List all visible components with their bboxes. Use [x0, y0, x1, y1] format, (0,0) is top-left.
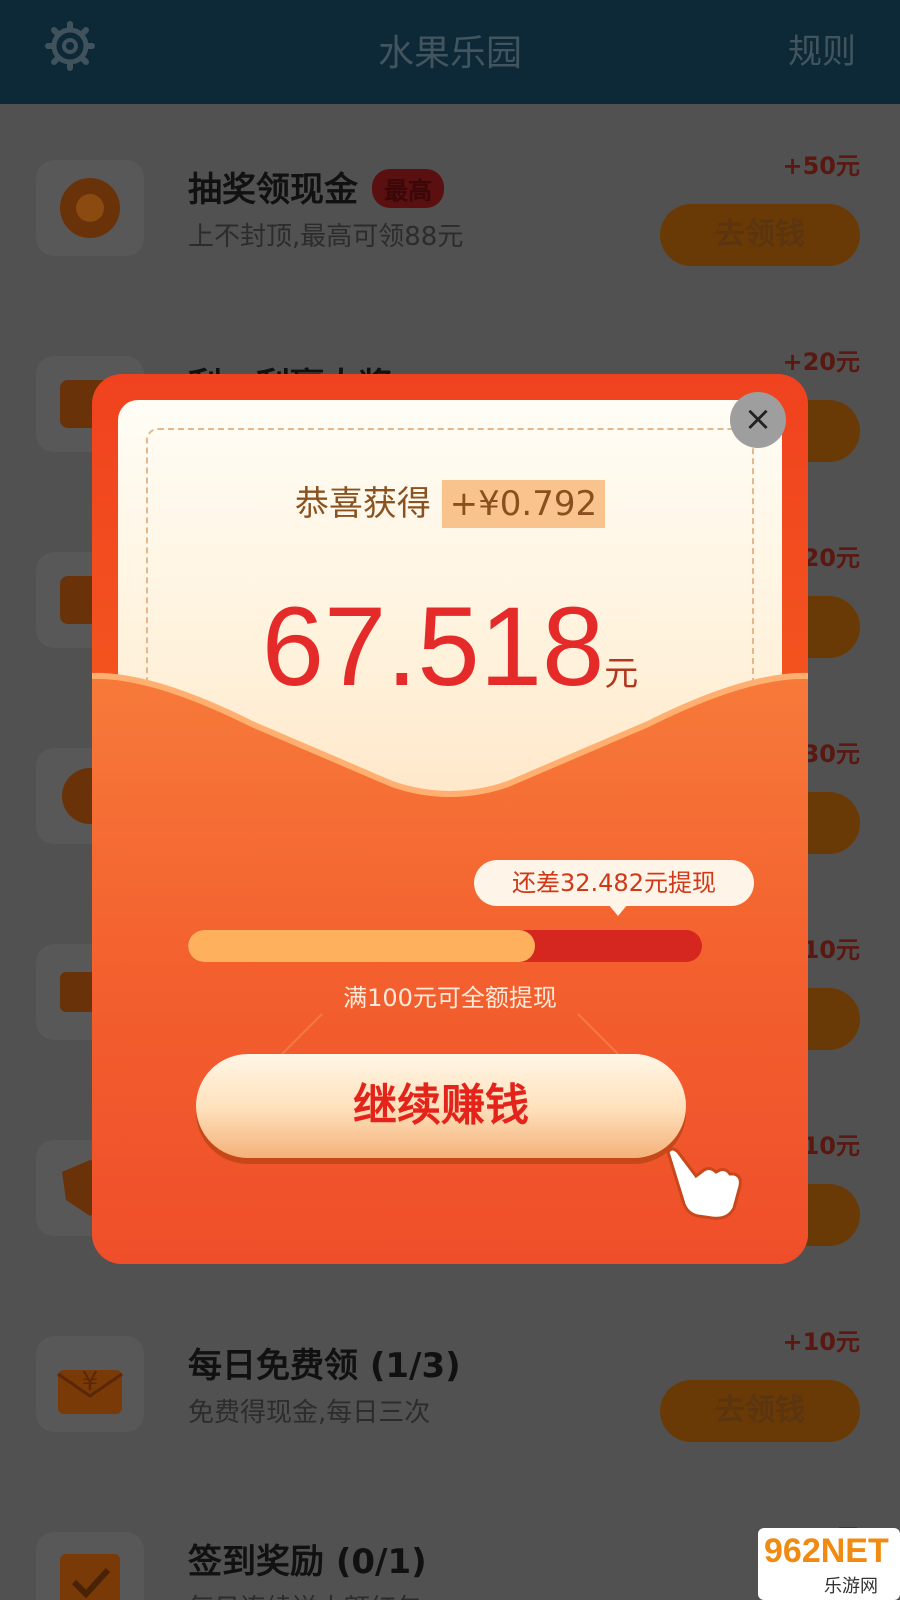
checkbox-icon [60, 1554, 120, 1600]
task-name: 每日免费领 (1/3) [188, 1346, 461, 1386]
watermark-logo: 962NET [764, 1532, 889, 1570]
remaining-tooltip: 还差32.482元提现 [474, 860, 754, 906]
task-reward: +10元 [782, 1328, 860, 1356]
task-reward: +20元 [782, 348, 860, 376]
task-item: ¥ 每日免费领 (1/3) 免费得现金,每日三次 +10元 去领钱 [0, 1280, 900, 1476]
withdraw-hint: 满100元可全额提现 [343, 984, 557, 1012]
task-icon-box [36, 1532, 144, 1600]
svg-text:¥: ¥ [82, 1367, 99, 1397]
go-claim-button[interactable]: 去领钱 [660, 1380, 860, 1442]
progress-fill [188, 930, 535, 962]
tooltip-tail [608, 904, 628, 916]
pointing-hand-icon [666, 1147, 742, 1220]
continue-earning-button[interactable]: 继续赚钱 [196, 1054, 686, 1158]
go-claim-button[interactable]: 去领钱 [660, 204, 860, 266]
top-badge: 最高 [372, 169, 444, 208]
close-button[interactable]: × [730, 392, 786, 448]
task-icon-box: ¥ [36, 1336, 144, 1432]
task-desc: 上不封顶,最高可领88元 [188, 222, 464, 252]
task-reward: +50元 [782, 152, 860, 180]
reward-modal: 恭喜获得 +¥0.792 67.518元 还差32.482元提现 满100元可全… [92, 374, 808, 1264]
withdraw-progress-bar [188, 930, 702, 962]
gain-amount: +¥0.792 [441, 480, 606, 528]
site-watermark: 962NET 乐游网 [758, 1528, 900, 1600]
task-name: 签到奖励 (0/1) [188, 1542, 427, 1582]
watermark-text: 乐游网 [824, 1576, 878, 1597]
yen-envelope-icon: ¥ [57, 1367, 123, 1414]
task-desc: 免费得现金,每日三次 [188, 1398, 431, 1428]
lottery-wheel-icon [60, 178, 120, 238]
task-item: 抽奖领现金 最高 上不封顶,最高可领88元 +50元 去领钱 [0, 104, 900, 300]
task-icon-box [36, 160, 144, 256]
task-name: 抽奖领现金 最高 [188, 162, 444, 211]
top-bar: 水果乐园 规则 [0, 0, 900, 104]
page-title: 水果乐园 [377, 33, 522, 74]
rules-link[interactable]: 规则 [788, 24, 856, 73]
task-desc: 每日连续送大额红包 [188, 1588, 422, 1600]
congrats-text: 恭喜获得 [294, 484, 431, 524]
congrats-line: 恭喜获得 +¥0.792 [118, 476, 782, 528]
